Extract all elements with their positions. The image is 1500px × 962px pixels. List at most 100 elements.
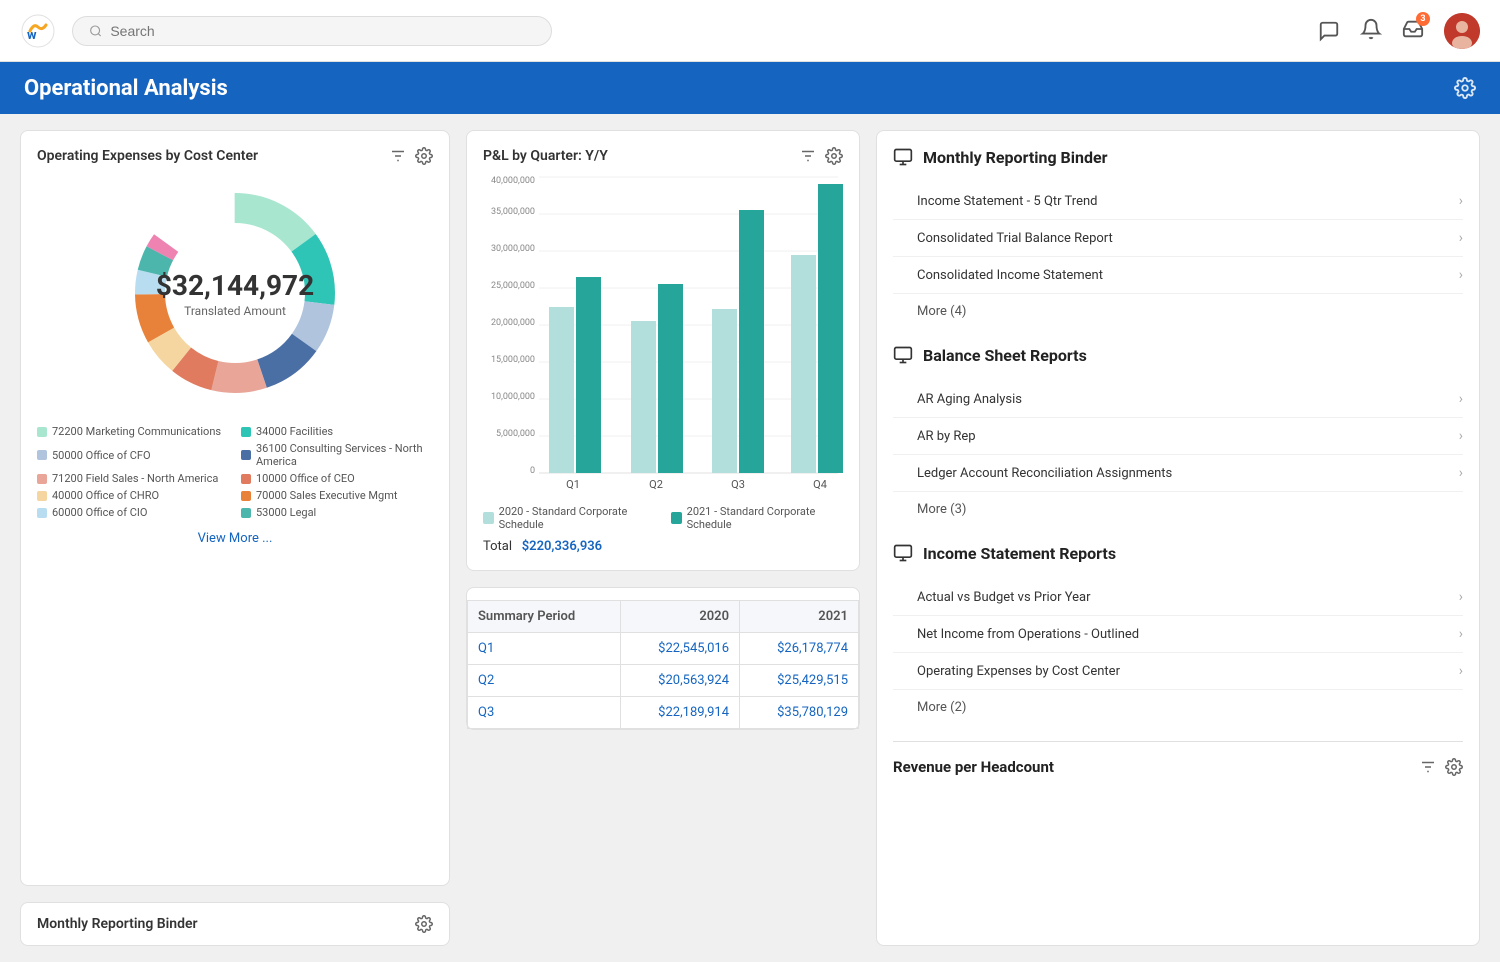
- bar-legend-label-2020: 2020 - Standard Corporate Schedule: [499, 505, 655, 531]
- donut-legend: 72200 Marketing Communications 34000 Fac…: [37, 425, 433, 519]
- bar-chart-header: P&L by Quarter: Y/Y: [483, 147, 843, 165]
- header-gear-icon[interactable]: [1454, 77, 1476, 99]
- svg-text:35,000,000: 35,000,000: [491, 207, 535, 217]
- revenue-settings-icon[interactable]: [1445, 758, 1463, 776]
- search-input[interactable]: [110, 23, 535, 39]
- legend-item-3: 50000 Office of CFO: [37, 442, 229, 468]
- view-more-link[interactable]: View More ...: [37, 531, 433, 546]
- balance-item-1[interactable]: AR by Rep ›: [893, 418, 1463, 455]
- period-q3[interactable]: Q3: [468, 697, 621, 729]
- balance-sheet-section: Balance Sheet Reports AR Aging Analysis …: [893, 345, 1463, 527]
- legend-label-8: 70000 Sales Executive Mgmt: [256, 489, 397, 502]
- bar-q4-2021: [818, 184, 843, 473]
- svg-text:20,000,000: 20,000,000: [491, 318, 535, 328]
- svg-text:Q3: Q3: [731, 478, 745, 491]
- balance-item-0[interactable]: AR Aging Analysis ›: [893, 381, 1463, 418]
- legend-color-2: [241, 427, 251, 437]
- bar-settings-icon[interactable]: [825, 147, 843, 165]
- period-q1[interactable]: Q1: [468, 633, 621, 665]
- filter-icon[interactable]: [389, 147, 407, 165]
- monthly-binder-bottom-card: Monthly Reporting Binder: [20, 902, 450, 946]
- revenue-filter-icon[interactable]: [1419, 758, 1437, 776]
- income-item-2-chevron: ›: [1459, 663, 1463, 679]
- period-q2[interactable]: Q2: [468, 665, 621, 697]
- col-header-period: Summary Period: [468, 601, 621, 633]
- binder-item-1-text: Consolidated Trial Balance Report: [917, 231, 1113, 246]
- balance-item-0-chevron: ›: [1459, 391, 1463, 407]
- settings-icon[interactable]: [415, 147, 433, 165]
- bell-icon[interactable]: [1360, 18, 1382, 40]
- chat-icon[interactable]: [1318, 20, 1340, 42]
- income-item-2-text: Operating Expenses by Cost Center: [917, 664, 1120, 679]
- income-icon: [893, 543, 913, 563]
- user-avatar[interactable]: [1444, 13, 1480, 49]
- binder-item-0[interactable]: Income Statement - 5 Qtr Trend ›: [893, 183, 1463, 220]
- binder-item-2[interactable]: Consolidated Income Statement ›: [893, 257, 1463, 294]
- search-bar[interactable]: [72, 16, 552, 46]
- inbox[interactable]: 3: [1402, 18, 1424, 44]
- right-column: Monthly Reporting Binder Income Statemen…: [876, 130, 1480, 946]
- balance-item-2-chevron: ›: [1459, 465, 1463, 481]
- legend-color-3: [37, 450, 47, 460]
- search-icon: [89, 24, 102, 38]
- binder-more-link[interactable]: More (4): [893, 294, 1463, 329]
- q3-2020: $22,189,914: [621, 697, 740, 729]
- legend-label-2: 34000 Facilities: [256, 425, 333, 438]
- legend-label-5: 71200 Field Sales - North America: [52, 472, 218, 485]
- middle-column: P&L by Quarter: Y/Y 0 5,000,000 10,000,0…: [466, 130, 860, 946]
- svg-text:15,000,000: 15,000,000: [491, 355, 535, 365]
- bar-chart-title: P&L by Quarter: Y/Y: [483, 148, 608, 164]
- page-title: Operational Analysis: [24, 76, 1454, 101]
- q2-2021: $25,429,515: [740, 665, 859, 697]
- legend-item-2: 34000 Facilities: [241, 425, 433, 438]
- balance-more-link[interactable]: More (3): [893, 492, 1463, 527]
- svg-text:5,000,000: 5,000,000: [496, 429, 535, 439]
- bar-legend-color-2020: [483, 512, 494, 524]
- bar-q1-2021: [576, 277, 601, 473]
- binder-item-1-chevron: ›: [1459, 230, 1463, 246]
- total-value: $220,336,936: [522, 539, 602, 554]
- legend-item-10: 53000 Legal: [241, 506, 433, 519]
- legend-item-9: 60000 Office of CIO: [37, 506, 229, 519]
- nav-right: 3: [1318, 13, 1480, 49]
- svg-text:w: w: [27, 28, 37, 43]
- donut-chart-card: Operating Expenses by Cost Center: [20, 130, 450, 886]
- income-item-0-text: Actual vs Budget vs Prior Year: [917, 590, 1090, 605]
- binder-icon: [893, 147, 913, 167]
- q3-2021: $35,780,129: [740, 697, 859, 729]
- main-content: Operating Expenses by Cost Center: [0, 114, 1500, 962]
- bar-legend-2020: 2020 - Standard Corporate Schedule: [483, 505, 655, 531]
- bottom-card-gear-icon[interactable]: [415, 915, 433, 933]
- svg-text:Q2: Q2: [649, 478, 663, 491]
- reports-card: Monthly Reporting Binder Income Statemen…: [876, 130, 1480, 946]
- svg-text:0: 0: [530, 466, 535, 476]
- legend-color-1: [37, 427, 47, 437]
- balance-sheet-title: Balance Sheet Reports: [923, 346, 1087, 365]
- legend-color-8: [241, 491, 251, 501]
- balance-sheet-header: Balance Sheet Reports: [893, 345, 1463, 373]
- income-item-1[interactable]: Net Income from Operations - Outlined ›: [893, 616, 1463, 653]
- donut-wrapper: $32,144,972 Translated Amount: [37, 173, 433, 413]
- balance-item-2[interactable]: Ledger Account Reconciliation Assignment…: [893, 455, 1463, 492]
- binder-item-2-chevron: ›: [1459, 267, 1463, 283]
- donut-subtitle: Translated Amount: [156, 304, 314, 318]
- revenue-header: Revenue per Headcount: [893, 758, 1463, 776]
- col-header-2021: 2021: [740, 601, 859, 633]
- monthly-binder-title: Monthly Reporting Binder: [923, 148, 1107, 167]
- donut-chart-title: Operating Expenses by Cost Center: [37, 148, 258, 164]
- left-column: Operating Expenses by Cost Center: [20, 130, 450, 946]
- income-item-2[interactable]: Operating Expenses by Cost Center ›: [893, 653, 1463, 690]
- notifications[interactable]: [1360, 18, 1382, 44]
- legend-color-7: [37, 491, 47, 501]
- bar-legend-label-2021: 2021 - Standard Corporate Schedule: [687, 505, 843, 531]
- income-item-0[interactable]: Actual vs Budget vs Prior Year ›: [893, 579, 1463, 616]
- bar-filter-icon[interactable]: [799, 147, 817, 165]
- total-label: Total: [483, 539, 512, 554]
- svg-text:Q4: Q4: [813, 478, 827, 491]
- binder-item-1[interactable]: Consolidated Trial Balance Report ›: [893, 220, 1463, 257]
- bar-q4-2020: [791, 255, 816, 473]
- balance-item-0-text: AR Aging Analysis: [917, 392, 1022, 407]
- balance-item-1-chevron: ›: [1459, 428, 1463, 444]
- income-more-link[interactable]: More (2): [893, 690, 1463, 725]
- svg-text:40,000,000: 40,000,000: [491, 176, 535, 186]
